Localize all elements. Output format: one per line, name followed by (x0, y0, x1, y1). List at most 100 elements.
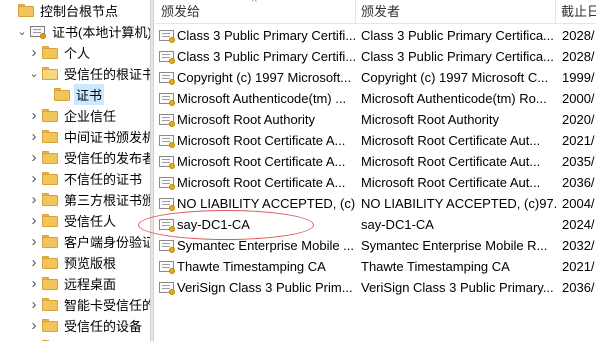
tree-item[interactable]: › 企业信任 (28, 105, 118, 126)
table-row[interactable]: VeriSign Class 3 Public Prim... VeriSign … (155, 277, 596, 298)
cell-expiration: 2021/ (562, 133, 595, 148)
cell-issued-to: Thawte Timestamping CA (159, 256, 355, 277)
certificate-icon (159, 50, 175, 64)
cell-expiration: 2028/ (562, 28, 595, 43)
table-row[interactable]: Class 3 Public Primary Certifi... Class 3… (155, 46, 596, 67)
cell-issued-by: Microsoft Authenticode(tm) Ro... (361, 91, 547, 106)
table-row[interactable]: NO LIABILITY ACCEPTED, (c)... NO LIABILIT… (155, 193, 596, 214)
issued-to-text: Microsoft Root Authority (177, 112, 315, 127)
table-row[interactable]: Symantec Enterprise Mobile ... Symantec E… (155, 235, 596, 256)
cell-issued-to: Microsoft Authenticode(tm) ... (159, 88, 355, 109)
cell-issued-to: Symantec Enterprise Mobile ... (159, 235, 355, 256)
certificate-icon (159, 113, 175, 127)
collapsed-chevron-icon[interactable]: › (28, 128, 40, 145)
folder-icon (42, 130, 58, 143)
tree-item[interactable]: › 客户端身份验证 (28, 231, 151, 252)
tree-item[interactable]: › 受信任人 (28, 210, 118, 231)
tree-item[interactable]: ⌄ 证书(本地计算机) (16, 21, 150, 42)
tree-item[interactable]: › 不信任的证书 (28, 168, 144, 189)
cell-issued-by: Microsoft Root Authority (361, 112, 499, 127)
tree-item-label: 受信任的发布者 (64, 151, 150, 166)
issued-to-text: Microsoft Authenticode(tm) ... (177, 91, 347, 106)
collapsed-chevron-icon[interactable]: › (28, 212, 40, 229)
tree-item[interactable]: ⌄ 受信任的根证书颁 (28, 63, 150, 84)
certificate-icon (159, 260, 175, 274)
console-tree: 控制台根节点 ⌄ 证书(本地计算机) › 个人 ⌄ 受信任的根证书颁证书 › 企业信任 › 中间证书… (0, 0, 150, 341)
cell-issued-to: Class 3 Public Primary Certifi... (159, 46, 355, 67)
certificate-list: 颁发给 ^ 颁发者 截止日 Class 3 Public Primary Cer… (155, 0, 596, 341)
tree-item[interactable]: › 中间证书颁发机 (28, 126, 151, 147)
table-row[interactable]: Thawte Timestamping CA Thawte Timestampin… (155, 256, 596, 277)
cell-expiration: 2028/ (562, 49, 595, 64)
tree-item-label: 远程桌面 (64, 277, 117, 292)
collapsed-chevron-icon[interactable]: › (28, 191, 40, 208)
column-header-expiration[interactable]: 截止日 (555, 0, 596, 24)
tree-item[interactable]: 证书 (40, 84, 105, 105)
column-header-expiration-label: 截止日 (561, 4, 596, 19)
table-row[interactable]: Microsoft Root Certificate A... Microsoft… (155, 130, 596, 151)
certificate-icon (159, 197, 175, 211)
certificate-icon (159, 155, 175, 169)
folder-icon (42, 214, 58, 227)
certificate-icon (159, 134, 175, 148)
tree-item[interactable]: 控制台根节点 (4, 0, 120, 21)
cell-issued-to: VeriSign Class 3 Public Prim... (159, 277, 355, 298)
cell-issued-to: Copyright (c) 1997 Microsoft... (159, 67, 355, 88)
tree-item-label: 客户端身份验证 (64, 235, 150, 250)
table-row[interactable]: say-DC1-CA say-DC1-CA 2024/ (155, 214, 596, 235)
cell-expiration: 2036/ (562, 280, 595, 295)
folder-icon (42, 298, 58, 311)
certificate-icon (159, 281, 175, 295)
tree-item[interactable]: › 远程桌面 (28, 273, 118, 294)
cell-issued-by: Thawte Timestamping CA (361, 259, 510, 274)
table-row[interactable]: Class 3 Public Primary Certifi... Class 3… (155, 25, 596, 46)
tree-item[interactable]: › 受信任的设备 (28, 315, 144, 336)
collapsed-chevron-icon[interactable]: › (28, 149, 40, 166)
certificate-icon (159, 71, 175, 85)
cell-expiration: 2032/ (562, 238, 595, 253)
cell-issued-to: Microsoft Root Authority (159, 109, 355, 130)
tree-item[interactable]: › 个人 (28, 42, 92, 63)
certificate-store-icon (30, 25, 46, 39)
table-row[interactable]: Microsoft Root Certificate A... Microsoft… (155, 151, 596, 172)
tree-item-label: 受信任人 (64, 214, 117, 229)
tree-item-label: 证书 (74, 84, 105, 105)
collapsed-chevron-icon[interactable]: › (28, 296, 40, 313)
tree-item[interactable]: › 受信任的发布者 (28, 147, 151, 168)
certificate-icon (159, 218, 175, 232)
column-header-issued-by[interactable]: 颁发者 (355, 0, 555, 24)
cell-issued-to: Class 3 Public Primary Certifi... (159, 25, 355, 46)
tree-item-label: 不信任的证书 (64, 172, 143, 187)
cell-expiration: 2000/ (562, 91, 595, 106)
collapsed-chevron-icon[interactable]: › (28, 275, 40, 292)
collapsed-chevron-icon[interactable]: › (28, 254, 40, 271)
expanded-chevron-icon[interactable]: ⌄ (16, 26, 28, 38)
expanded-chevron-icon[interactable]: ⌄ (28, 68, 40, 80)
pane-splitter[interactable] (150, 0, 154, 341)
table-row[interactable]: Microsoft Authenticode(tm) ... Microsoft … (155, 88, 596, 109)
issued-to-text: Symantec Enterprise Mobile ... (177, 238, 355, 253)
collapsed-chevron-icon[interactable]: › (28, 44, 40, 61)
table-row[interactable]: Microsoft Root Authority Microsoft Root A… (155, 109, 596, 130)
tree-item[interactable]: › 第三方根证书颁 (28, 189, 151, 210)
cell-issued-by: VeriSign Class 3 Public Primary... (361, 280, 554, 295)
collapsed-chevron-icon[interactable]: › (28, 233, 40, 250)
table-row[interactable]: Copyright (c) 1997 Microsoft... Copyright… (155, 67, 596, 88)
tree-item-label: 控制台根节点 (40, 4, 119, 19)
column-header-issued-by-label: 颁发者 (361, 4, 401, 19)
collapsed-chevron-icon[interactable]: › (28, 107, 40, 124)
folder-icon (54, 88, 70, 101)
cell-expiration: 2024/ (562, 217, 595, 232)
cell-expiration: 2004/ (562, 196, 595, 211)
cell-issued-to: Microsoft Root Certificate A... (159, 130, 355, 151)
collapsed-chevron-icon[interactable]: › (28, 170, 40, 187)
folder-icon (42, 193, 58, 206)
certificate-icon (159, 176, 175, 190)
collapsed-chevron-icon[interactable]: › (28, 317, 40, 334)
tree-item[interactable]: ›Windows Live I (28, 336, 150, 341)
table-row[interactable]: Microsoft Root Certificate A... Microsoft… (155, 172, 596, 193)
tree-item[interactable]: › 智能卡受信任的 (28, 294, 151, 315)
issued-to-text: Microsoft Root Certificate A... (177, 154, 346, 169)
tree-item[interactable]: › 预览版根 (28, 252, 118, 273)
